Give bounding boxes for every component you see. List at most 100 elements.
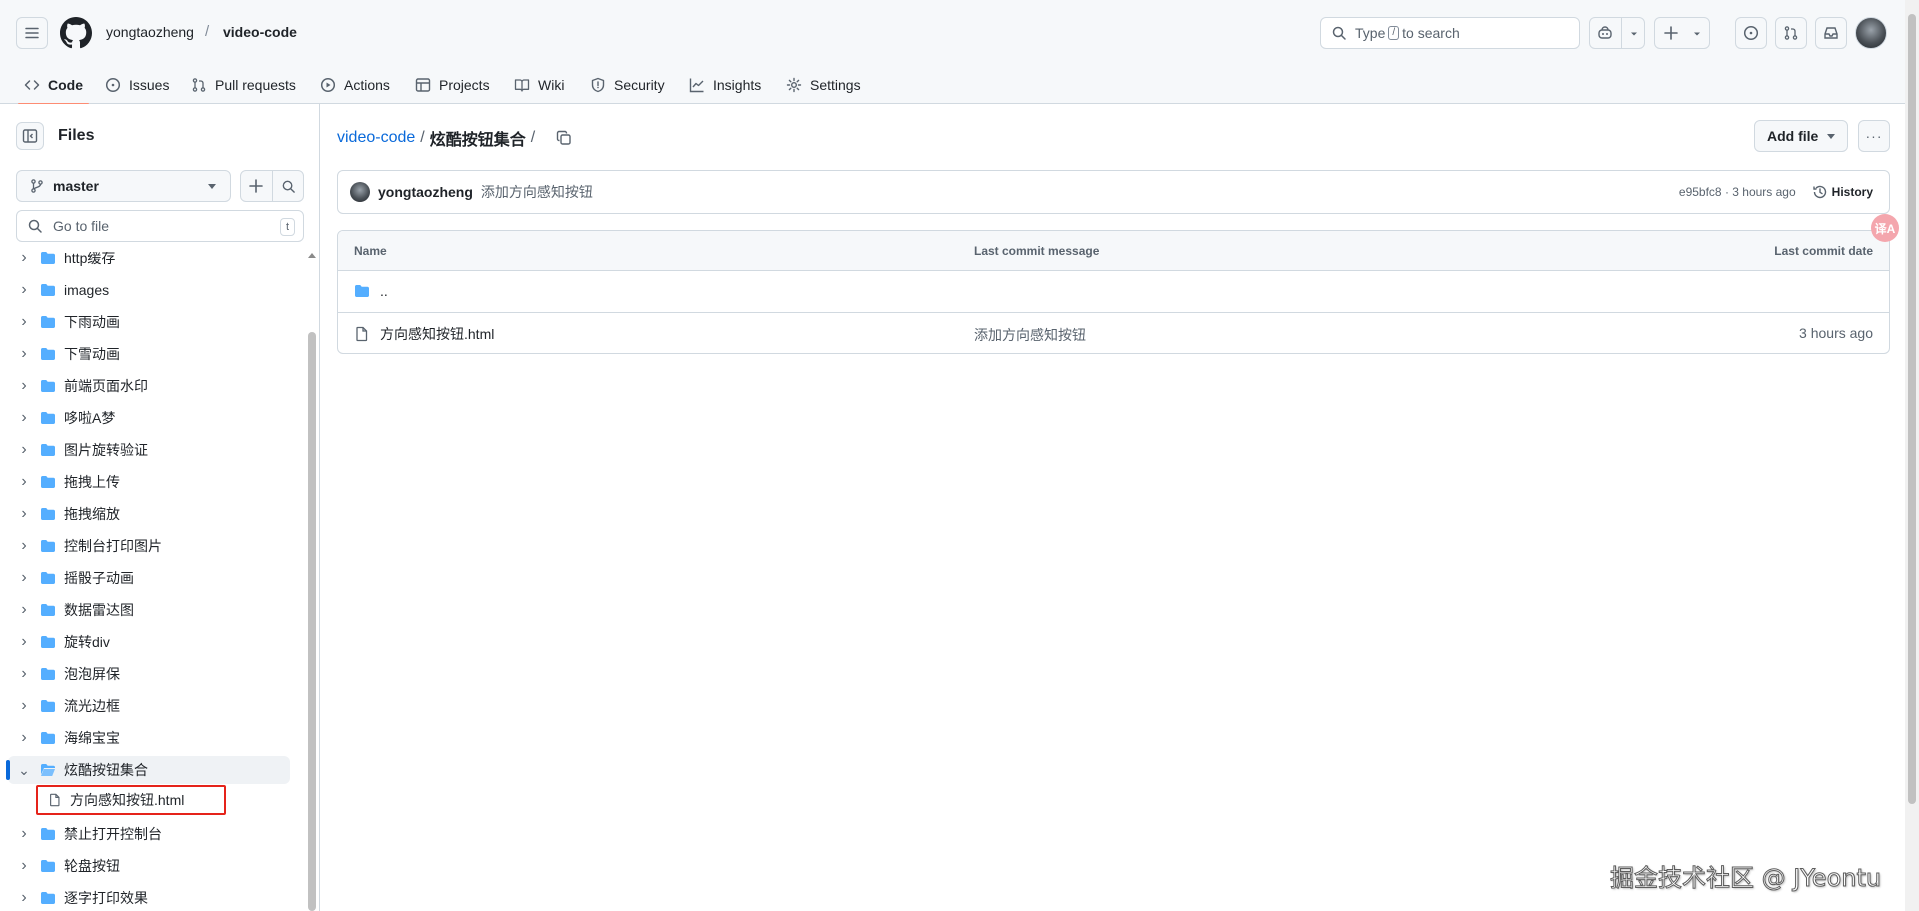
parent-directory-link[interactable]: .. [380, 283, 388, 299]
tab-settings[interactable]: Settings [786, 66, 861, 104]
chevron-down-icon[interactable] [1628, 28, 1640, 40]
page-scrollbar[interactable] [1905, 0, 1919, 911]
tree-item-label: http缓存 [64, 252, 116, 266]
tree-folder-item[interactable]: › 下雪动画 [8, 340, 290, 368]
tab-wiki[interactable]: Wiki [514, 66, 564, 104]
tree-folder-item[interactable]: › 拖拽缩放 [8, 500, 290, 528]
commit-hash-time[interactable]: e95bfc8 · 3 hours ago [1679, 185, 1796, 199]
tree-folder-item[interactable]: › 下雨动画 [8, 308, 290, 336]
commit-author[interactable]: yongtaozheng [378, 184, 473, 200]
folder-icon [41, 828, 55, 840]
branch-selector[interactable]: master [16, 170, 231, 202]
chevron-right-icon[interactable]: › [16, 569, 32, 587]
issues-button[interactable] [1735, 17, 1767, 49]
tree-file-item[interactable]: 方向感知按钮.html [36, 785, 226, 815]
tab-code[interactable]: Code [18, 66, 89, 105]
chevron-right-icon[interactable]: › [16, 281, 32, 299]
tree-folder-item[interactable]: › 禁止打开控制台 [8, 820, 290, 848]
tree-folder-item[interactable]: › 轮盘按钮 [8, 852, 290, 880]
search-icon[interactable] [281, 179, 296, 194]
tab-projects[interactable]: Projects [415, 66, 490, 104]
tab-issues[interactable]: Issues [105, 66, 169, 104]
tab-actions[interactable]: Actions [320, 66, 390, 104]
commit-message[interactable]: 添加方向感知按钮 [481, 182, 593, 202]
chevron-right-icon[interactable]: › [16, 633, 32, 651]
translate-extension-badge[interactable]: 译A [1871, 214, 1899, 242]
tree-folder-item[interactable]: › 图片旋转验证 [8, 436, 290, 464]
inbox-button[interactable] [1815, 17, 1847, 49]
commit-author-avatar[interactable] [350, 182, 370, 202]
tree-folder-item[interactable]: › 拖拽上传 [8, 468, 290, 496]
header-repo-link[interactable]: video-code [223, 24, 297, 40]
menu-button[interactable] [16, 17, 48, 49]
tab-label: Settings [810, 77, 861, 93]
tab-pull-requests[interactable]: Pull requests [191, 66, 296, 104]
search-input[interactable]: Type / to search [1320, 17, 1580, 49]
tree-folder-item[interactable]: › images [8, 276, 290, 304]
chevron-right-icon[interactable]: › [16, 537, 32, 555]
header-owner-link[interactable]: yongtaozheng [106, 24, 194, 40]
tree-folder-item[interactable]: › 流光边框 [8, 692, 290, 720]
tree-folder-item[interactable]: › http缓存 [8, 252, 290, 272]
tab-label: Issues [129, 77, 170, 93]
copy-path-icon[interactable] [556, 130, 572, 146]
chevron-right-icon[interactable]: › [16, 441, 32, 459]
tree-folder-item[interactable]: › 旋转div [8, 628, 290, 656]
sidebar-collapse-icon [22, 129, 38, 143]
chevron-right-icon[interactable]: › [16, 473, 32, 491]
file-name-link[interactable]: 方向感知按钮.html [380, 324, 494, 344]
breadcrumb-repo-link[interactable]: video-code [337, 129, 415, 147]
tree-folder-item[interactable]: › 哆啦A梦 [8, 404, 290, 432]
chevron-right-icon[interactable]: › [16, 825, 32, 843]
history-label: History [1831, 185, 1873, 199]
chevron-right-icon[interactable]: › [16, 729, 32, 747]
tree-folder-item[interactable]: › 逐字打印效果 [8, 884, 290, 911]
sidebar-scrollbar[interactable] [307, 252, 317, 911]
chevron-right-icon[interactable]: › [16, 409, 32, 427]
more-options-button[interactable]: ··· [1858, 120, 1890, 152]
tree-folder-item[interactable]: › 控制台打印图片 [8, 532, 290, 560]
chevron-right-icon[interactable]: › [16, 345, 32, 363]
scroll-up-arrow-icon[interactable] [308, 252, 316, 260]
pull-request-icon [1784, 26, 1798, 40]
page-scroll-thumb[interactable] [1908, 14, 1916, 804]
chevron-down-icon[interactable]: ⌄ [16, 762, 32, 779]
add-file-button[interactable]: Add file [1754, 120, 1848, 152]
file-commit-message[interactable]: 添加方向感知按钮 [974, 325, 1086, 345]
tree-folder-item[interactable]: › 摇骰子动画 [8, 564, 290, 592]
copilot-button[interactable] [1589, 17, 1645, 49]
file-commit-date: 3 hours ago [1799, 325, 1873, 341]
table-row[interactable]: 方向感知按钮.html 添加方向感知按钮 3 hours ago [338, 313, 1889, 353]
user-avatar[interactable] [1855, 17, 1887, 49]
copilot-icon [1598, 26, 1612, 39]
tree-folder-item[interactable]: ⌄ 炫酷按钮集合 [6, 756, 290, 784]
chevron-right-icon[interactable]: › [16, 889, 32, 907]
chevron-right-icon[interactable]: › [16, 601, 32, 619]
history-button[interactable]: History [1812, 184, 1873, 200]
collapse-sidebar-button[interactable] [16, 122, 44, 150]
plus-icon[interactable] [249, 179, 263, 193]
tree-folder-item[interactable]: › 泡泡屏保 [8, 660, 290, 688]
chevron-right-icon[interactable]: › [16, 697, 32, 715]
sidebar-scroll-thumb[interactable] [308, 332, 316, 911]
chevron-right-icon[interactable]: › [16, 665, 32, 683]
chevron-right-icon[interactable]: › [16, 313, 32, 331]
pull-requests-button[interactable] [1775, 17, 1807, 49]
create-new-button[interactable] [1654, 17, 1710, 49]
chevron-right-icon[interactable]: › [16, 377, 32, 395]
chevron-right-icon[interactable]: › [16, 857, 32, 875]
tree-folder-item[interactable]: › 海绵宝宝 [8, 724, 290, 752]
tab-insights[interactable]: Insights [689, 66, 761, 104]
tree-item-label: 前端页面水印 [64, 378, 148, 394]
tree-folder-item[interactable]: › 数据雷达图 [8, 596, 290, 624]
issue-icon [1743, 25, 1759, 41]
tab-security[interactable]: Security [590, 66, 665, 104]
go-to-file-input[interactable]: Go to file t [16, 210, 304, 242]
folder-icon [41, 572, 55, 584]
parent-directory-row[interactable]: .. [338, 272, 1889, 313]
github-logo-icon[interactable] [60, 17, 92, 49]
chevron-right-icon[interactable]: › [16, 505, 32, 523]
tree-folder-item[interactable]: › 前端页面水印 [8, 372, 290, 400]
tree-item-label: 摇骰子动画 [64, 570, 134, 586]
chevron-right-icon[interactable]: › [16, 252, 32, 267]
